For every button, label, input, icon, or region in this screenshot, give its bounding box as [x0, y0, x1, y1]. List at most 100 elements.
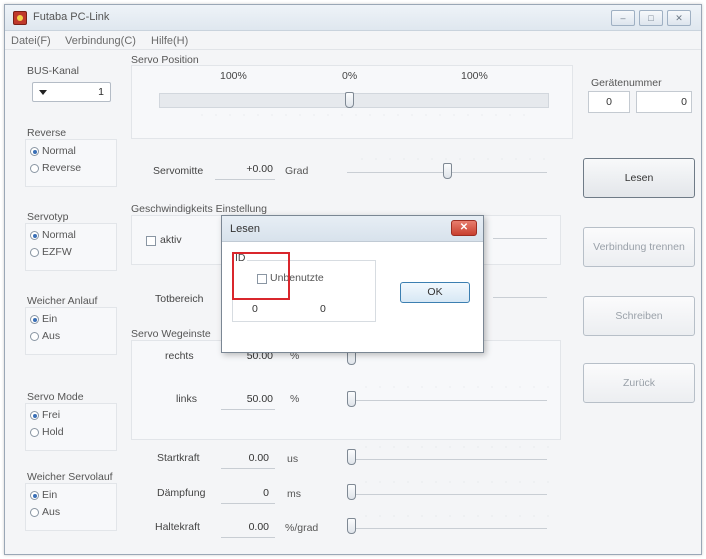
speed-setting-label: Geschwindigkeits Einstellung — [131, 203, 267, 215]
start-force-unit: us — [287, 453, 299, 465]
damping-value[interactable]: 0 — [225, 487, 269, 499]
speed-track — [493, 238, 547, 239]
soft-run-on-radio[interactable]: Ein — [30, 489, 57, 501]
device-number-field-2[interactable]: 0 — [636, 91, 692, 113]
speed-active-checkbox[interactable] — [146, 236, 156, 246]
reverse-normal-label: Normal — [42, 145, 76, 157]
soft-run-label: Weicher Servolauf — [27, 471, 113, 483]
servo-travel-group — [131, 340, 561, 440]
start-force-label: Startkraft — [157, 452, 200, 464]
holding-force-value[interactable]: 0.00 — [225, 521, 269, 533]
damping-label: Dämpfung — [157, 487, 206, 499]
radio-selected-icon — [30, 230, 39, 240]
position-bar — [159, 93, 549, 108]
start-force-track — [347, 459, 547, 460]
servo-mode-free-label: Frei — [42, 409, 61, 421]
damping-slider-thumb[interactable] — [347, 484, 356, 500]
soft-run-off-radio[interactable]: Aus — [30, 506, 60, 518]
radio-unselected-icon — [30, 427, 39, 437]
speed-active-label: aktiv — [160, 234, 182, 246]
soft-start-on-radio[interactable]: Ein — [30, 313, 57, 325]
radio-selected-icon — [30, 410, 39, 420]
servo-mode-hold-label: Hold — [42, 426, 64, 438]
back-button[interactable]: Zurück — [583, 363, 695, 403]
servotype-label: Servotyp — [27, 211, 69, 223]
radio-unselected-icon — [30, 163, 39, 173]
travel-left-ticks — [359, 385, 549, 389]
servotype-normal-label: Normal — [42, 229, 76, 241]
reverse-normal-radio[interactable]: Normal — [30, 145, 76, 157]
radio-unselected-icon — [30, 507, 39, 517]
dialog-id-value-2[interactable]: 0 — [320, 303, 326, 315]
disconnect-button[interactable]: Verbindung trennen — [583, 227, 695, 267]
maximize-button[interactable]: □ — [639, 10, 663, 26]
window-title: Futaba PC-Link — [33, 11, 110, 23]
servo-center-value[interactable]: +0.00 — [215, 163, 273, 175]
reverse-reverse-label: Reverse — [42, 162, 82, 174]
start-force-ticks — [359, 445, 549, 449]
title-bar: Futaba PC-Link – □ ✕ — [5, 5, 701, 31]
travel-left-unit: % — [290, 393, 300, 405]
radio-selected-icon — [30, 146, 39, 156]
dialog-title-bar: Lesen ✕ — [222, 216, 483, 242]
radio-selected-icon — [30, 490, 39, 500]
reverse-label: Reverse — [27, 127, 67, 139]
travel-left-slider-thumb[interactable] — [347, 391, 356, 407]
servotype-ezfw-radio[interactable]: EZFW — [30, 246, 72, 258]
menu-connection[interactable]: Verbindung(C) — [65, 35, 136, 47]
radio-unselected-icon — [30, 331, 39, 341]
radio-selected-icon — [30, 314, 39, 324]
travel-left-value[interactable]: 50.00 — [223, 393, 273, 405]
holding-force-underline — [221, 537, 275, 538]
read-button[interactable]: Lesen — [583, 158, 695, 198]
damping-track — [347, 494, 547, 495]
servo-mode-free-radio[interactable]: Frei — [30, 409, 60, 421]
dialog-close-button[interactable]: ✕ — [451, 220, 477, 236]
device-number-field-1[interactable]: 0 — [588, 91, 630, 113]
write-button[interactable]: Schreiben — [583, 296, 695, 336]
soft-start-on-label: Ein — [42, 313, 58, 325]
soft-start-label: Weicher Anlauf — [27, 295, 98, 307]
damping-underline — [221, 503, 275, 504]
travel-left-label: links — [176, 393, 198, 405]
soft-start-off-radio[interactable]: Aus — [30, 330, 60, 342]
holding-force-ticks — [359, 514, 549, 518]
holding-force-label: Haltekraft — [155, 521, 200, 533]
close-icon: ✕ — [459, 222, 469, 233]
servo-center-ticks — [355, 157, 545, 161]
holding-force-unit: %/grad — [285, 522, 319, 534]
reverse-reverse-radio[interactable]: Reverse — [30, 162, 81, 174]
start-force-value[interactable]: 0.00 — [225, 452, 269, 464]
servo-center-underline — [215, 179, 275, 180]
position-center-pct: 0% — [342, 70, 358, 82]
position-left-pct: 100% — [220, 70, 247, 82]
device-number-label: Gerätenummer — [591, 77, 662, 89]
menu-help[interactable]: Hilfe(H) — [151, 35, 188, 47]
menu-file[interactable]: Datei(F) — [11, 35, 51, 47]
travel-left-track — [347, 400, 547, 401]
menu-bar: Datei(F) Verbindung(C) Hilfe(H) — [5, 32, 701, 50]
bus-channel-dropdown[interactable]: 1 — [32, 82, 111, 102]
minimize-button[interactable]: – — [611, 10, 635, 26]
servo-travel-label: Servo Wegeinste — [131, 328, 211, 340]
dialog-id-value-1[interactable]: 0 — [252, 303, 258, 315]
app-logo-icon — [13, 11, 27, 25]
damping-ticks — [359, 480, 549, 484]
servo-mode-label: Servo Mode — [27, 391, 84, 403]
holding-force-slider-thumb[interactable] — [347, 518, 356, 534]
highlight-annotation — [232, 252, 290, 300]
start-force-slider-thumb[interactable] — [347, 449, 356, 465]
deadband-track — [493, 297, 547, 298]
dialog-title: Lesen — [230, 223, 260, 235]
servo-mode-hold-radio[interactable]: Hold — [30, 426, 64, 438]
servotype-normal-radio[interactable]: Normal — [30, 229, 76, 241]
servo-center-unit: Grad — [285, 165, 309, 177]
damping-unit: ms — [287, 488, 301, 500]
servo-center-slider-thumb[interactable] — [443, 163, 452, 179]
start-force-underline — [221, 468, 275, 469]
position-right-pct: 100% — [461, 70, 488, 82]
radio-unselected-icon — [30, 247, 39, 257]
position-slider-thumb[interactable] — [345, 92, 354, 108]
ok-button[interactable]: OK — [400, 282, 470, 303]
close-button[interactable]: ✕ — [667, 10, 691, 26]
